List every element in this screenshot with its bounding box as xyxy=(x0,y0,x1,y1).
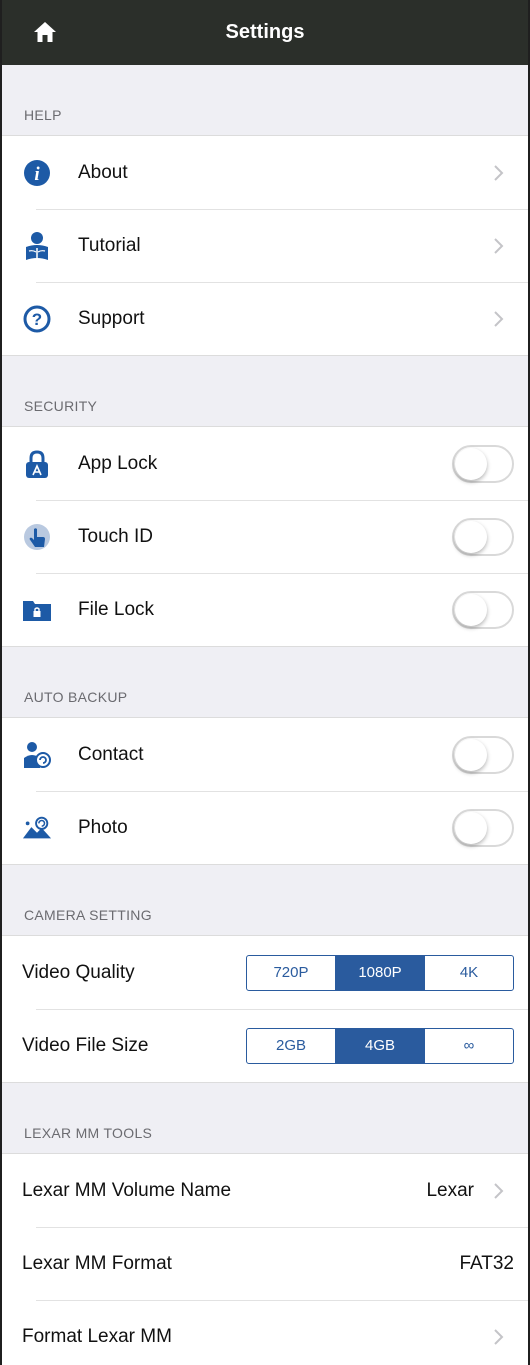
format-info-row: Lexar MM Format FAT32 xyxy=(2,1227,528,1300)
about-label: About xyxy=(78,161,128,183)
home-icon[interactable] xyxy=(32,20,58,44)
section-header-lexar-tools: LEXAR MM TOOLS xyxy=(24,1125,153,1141)
photo-label: Photo xyxy=(78,816,128,838)
touch-id-toggle[interactable] xyxy=(452,517,514,556)
info-icon: i xyxy=(22,158,52,188)
app-lock-row: App Lock xyxy=(2,427,528,500)
toggle-knob xyxy=(455,447,487,480)
tutorial-icon xyxy=(22,231,52,261)
video-file-size-row: Video File Size 2GB 4GB ∞ xyxy=(2,1009,528,1082)
format-drive-label: Format Lexar MM xyxy=(22,1325,172,1347)
contact-toggle[interactable] xyxy=(452,735,514,774)
contact-backup-icon xyxy=(22,740,52,770)
file-lock-toggle[interactable] xyxy=(452,590,514,629)
toggle-knob xyxy=(455,738,487,771)
section-header-security: SECURITY xyxy=(24,398,98,414)
contact-row: Contact xyxy=(2,718,528,791)
settings-screen: Settings HELP i About Tutorial ? Support… xyxy=(0,0,530,1365)
photo-backup-icon xyxy=(22,813,52,843)
file-lock-row: File Lock xyxy=(2,573,528,646)
page-title: Settings xyxy=(225,21,305,43)
app-lock-icon xyxy=(22,449,52,479)
support-row[interactable]: ? Support xyxy=(2,282,528,355)
file-lock-label: File Lock xyxy=(78,598,155,620)
about-row[interactable]: i About xyxy=(2,136,528,209)
photo-toggle[interactable] xyxy=(452,808,514,847)
video-file-size-segmented-control: 2GB 4GB ∞ xyxy=(246,1027,514,1064)
touch-id-row: Touch ID xyxy=(2,500,528,573)
video-quality-4k[interactable]: 4K xyxy=(424,955,513,990)
volume-name-value: Lexar xyxy=(426,1179,474,1201)
touch-id-label: Touch ID xyxy=(78,525,153,547)
touch-id-icon xyxy=(22,522,52,552)
video-quality-segmented-control: 720P 1080P 4K xyxy=(246,954,514,991)
svg-text:i: i xyxy=(34,164,40,185)
chevron-right-icon xyxy=(494,310,504,327)
file-size-unlimited[interactable]: ∞ xyxy=(424,1028,513,1063)
app-lock-toggle[interactable] xyxy=(452,444,514,483)
toggle-knob xyxy=(455,811,487,844)
volume-name-row[interactable]: Lexar MM Volume Name Lexar xyxy=(2,1154,528,1227)
chevron-right-icon xyxy=(494,164,504,181)
contact-label: Contact xyxy=(78,743,144,765)
section-header-help: HELP xyxy=(24,107,62,123)
format-info-value: FAT32 xyxy=(459,1252,514,1274)
folder-lock-icon xyxy=(22,595,52,625)
toggle-knob xyxy=(455,520,487,553)
toggle-knob xyxy=(455,593,487,626)
video-quality-1080p[interactable]: 1080P xyxy=(335,955,424,990)
chevron-right-icon xyxy=(494,237,504,254)
help-circle-icon: ? xyxy=(22,304,52,334)
chevron-right-icon xyxy=(494,1182,504,1199)
video-quality-720p[interactable]: 720P xyxy=(247,956,335,990)
nav-bar: Settings xyxy=(2,0,528,65)
section-header-camera: CAMERA SETTING xyxy=(24,907,152,923)
camera-group: Video Quality 720P 1080P 4K Video File S… xyxy=(2,935,528,1083)
format-drive-row[interactable]: Format Lexar MM xyxy=(2,1300,528,1365)
security-group: App Lock Touch ID File Lock xyxy=(2,426,528,647)
format-info-label: Lexar MM Format xyxy=(22,1252,172,1274)
video-quality-row: Video Quality 720P 1080P 4K xyxy=(2,936,528,1009)
tools-group: Lexar MM Volume Name Lexar Lexar MM Form… xyxy=(2,1153,528,1365)
video-quality-label: Video Quality xyxy=(22,961,135,983)
tutorial-label: Tutorial xyxy=(78,234,141,256)
section-header-auto-backup: AUTO BACKUP xyxy=(24,689,128,705)
svg-text:?: ? xyxy=(32,310,42,329)
file-size-2gb[interactable]: 2GB xyxy=(247,1029,335,1063)
volume-name-label: Lexar MM Volume Name xyxy=(22,1179,232,1201)
chevron-right-icon xyxy=(494,1328,504,1345)
support-label: Support xyxy=(78,307,145,329)
tutorial-row[interactable]: Tutorial xyxy=(2,209,528,282)
help-group: i About Tutorial ? Support xyxy=(2,135,528,356)
video-file-size-label: Video File Size xyxy=(22,1034,149,1056)
file-size-4gb[interactable]: 4GB xyxy=(335,1028,424,1063)
app-lock-label: App Lock xyxy=(78,452,158,474)
backup-group: Contact Photo xyxy=(2,717,528,865)
photo-row: Photo xyxy=(2,791,528,864)
